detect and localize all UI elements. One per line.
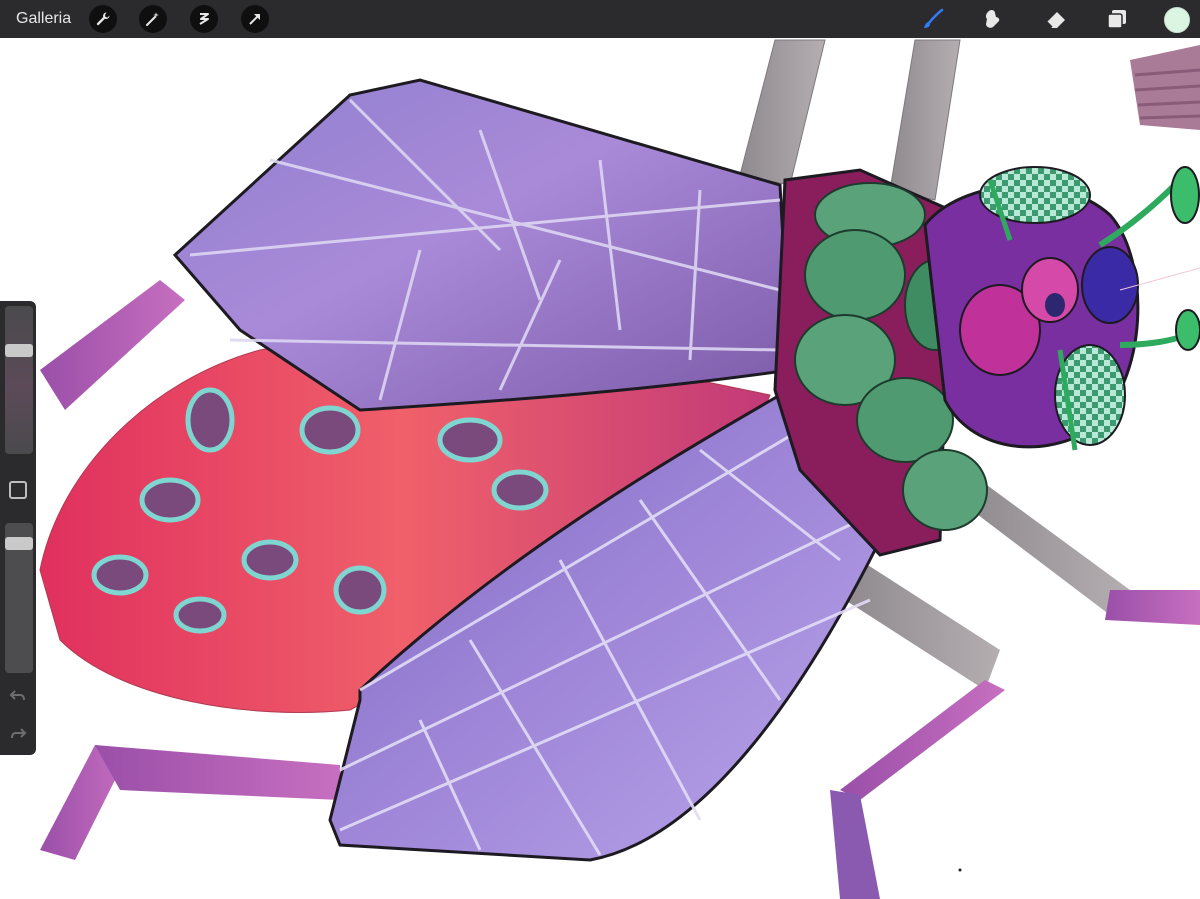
brush-size-thumb[interactable]: [5, 344, 33, 357]
redo-button[interactable]: [6, 723, 30, 743]
insect-artwork: [39, 39, 1200, 899]
drawing-canvas[interactable]: [0, 0, 1200, 899]
actions-button[interactable]: [89, 5, 117, 33]
adjustments-button[interactable]: [139, 5, 167, 33]
color-picker-button[interactable]: [1164, 7, 1190, 33]
layers-icon: [1105, 7, 1129, 31]
brush-icon: [921, 7, 945, 31]
undo-button[interactable]: [6, 685, 30, 705]
brush-sidebar: [0, 301, 36, 755]
layers-button[interactable]: [1104, 6, 1130, 32]
opacity-thumb[interactable]: [5, 537, 33, 550]
wrench-icon: [95, 11, 111, 27]
procreate-app: Galleria: [0, 0, 1200, 899]
selection-icon: [196, 11, 212, 27]
gallery-button[interactable]: Galleria: [16, 9, 71, 29]
opacity-slider[interactable]: [5, 523, 33, 673]
eraser-icon: [1044, 7, 1068, 31]
top-toolbar: Galleria: [0, 0, 1200, 38]
transform-button[interactable]: [241, 5, 269, 33]
eraser-tool[interactable]: [1043, 6, 1069, 32]
undo-icon: [9, 686, 27, 704]
smudge-tool[interactable]: [980, 6, 1006, 32]
smudge-icon: [981, 7, 1005, 31]
transform-arrow-icon: [247, 11, 263, 27]
brush-tool[interactable]: [920, 6, 946, 32]
selection-button[interactable]: [190, 5, 218, 33]
magic-wand-icon: [145, 11, 161, 27]
modify-button[interactable]: [9, 481, 27, 499]
redo-icon: [9, 724, 27, 742]
brush-size-slider[interactable]: [5, 306, 33, 454]
